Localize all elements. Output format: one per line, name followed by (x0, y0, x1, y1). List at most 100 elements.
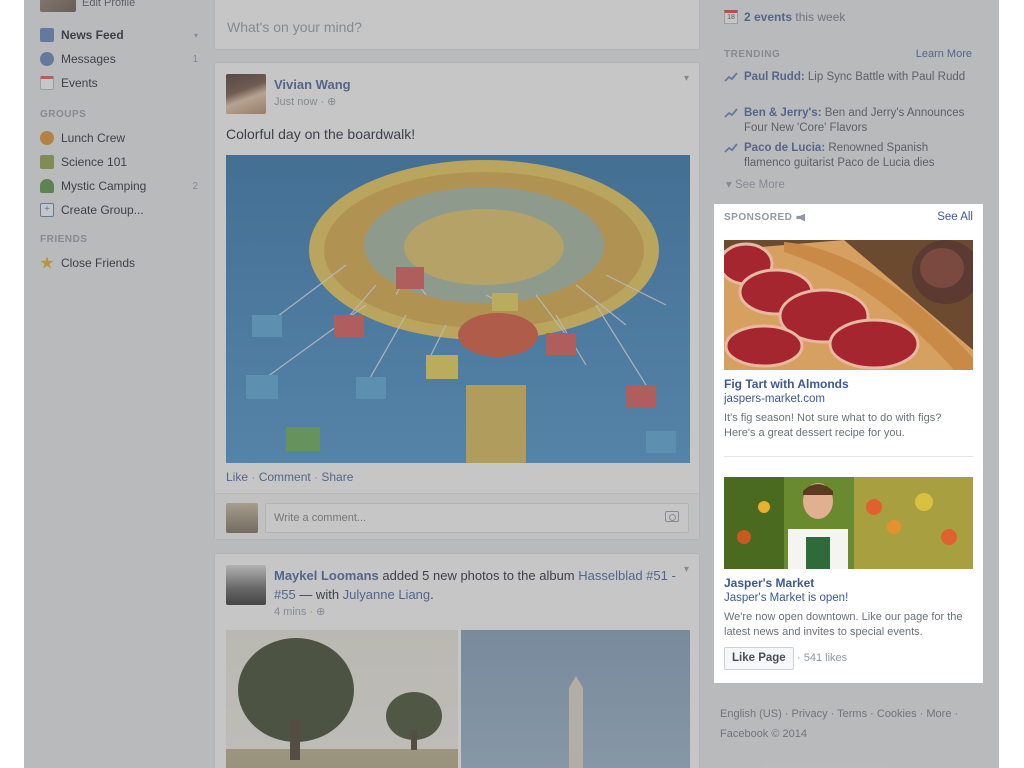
sponsored-label: SPONSORED (724, 212, 806, 223)
trend-text: Lip Sync Battle with Paul Rudd (804, 71, 966, 83)
share-link[interactable]: Share (321, 470, 353, 484)
tower-photo (569, 676, 583, 768)
avatar (40, 0, 76, 12)
footer-links[interactable]: English (US) · Privacy · Terms · Cookies… (720, 704, 990, 724)
calendar-icon (40, 76, 54, 90)
sidebar-item-create-group[interactable]: + Create Group... (40, 201, 198, 219)
edit-profile-link[interactable]: Edit Profile (82, 0, 135, 9)
like-page-button[interactable]: Like Page (724, 647, 794, 670)
status-composer[interactable]: What's on your mind? (214, 0, 700, 50)
group-icon (40, 131, 54, 145)
post-author[interactable]: Vivian Wang (274, 77, 351, 92)
sidebar-item-mystic-camping[interactable]: Mystic Camping 2 (40, 177, 198, 195)
messages-icon (40, 52, 54, 66)
post-headline: Maykel Loomans added 5 new photos to the… (274, 566, 684, 604)
feed-post: Vivian Wang Just now · ⊕ ▾ Colorful day … (214, 62, 700, 540)
comment-input[interactable] (265, 503, 689, 533)
trending-icon (724, 143, 738, 153)
sidebar-item-close-friends[interactable]: Close Friends (40, 254, 198, 272)
sidebar-item-news-feed[interactable]: News Feed ▾ (40, 26, 198, 44)
sidebar-item-science-101[interactable]: Science 101 (40, 153, 198, 171)
likes-count: · 541 likes (797, 652, 848, 664)
ad-title[interactable]: Fig Tart with Almonds (724, 377, 849, 391)
sidebar-item-label: Events (61, 76, 98, 90)
news-feed-icon (40, 28, 54, 42)
trend-name: Ben & Jerry's: (744, 107, 822, 119)
composer-placeholder[interactable]: What's on your mind? (227, 19, 362, 35)
separator: · (310, 470, 322, 484)
trending-icon (724, 72, 738, 82)
fig-tart-image (724, 240, 973, 370)
trending-item[interactable]: Paul Rudd: Lip Sync Battle with Paul Rud… (724, 70, 974, 85)
tagged-user-link[interactable]: Julyanne Liang (343, 587, 430, 602)
sidebar-item-events[interactable]: Events (40, 74, 198, 92)
feed-post: Maykel Loomans added 5 new photos to the… (214, 553, 700, 768)
events-reminder[interactable]: 18 2 events this week (724, 10, 845, 24)
chevron-down-icon[interactable]: ▾ (684, 564, 689, 575)
author-avatar[interactable] (226, 74, 266, 114)
trending-item[interactable]: Ben & Jerry's: Ben and Jerry's Announces… (724, 106, 974, 136)
sidebar-item-label: Mystic Camping (61, 179, 147, 193)
friends-section-label: FRIENDS (40, 234, 88, 245)
profile-row[interactable]: Edit Profile (40, 0, 135, 12)
trend-name: Paul Rudd: (744, 71, 805, 83)
calendar-icon: 18 (724, 10, 738, 24)
post-author[interactable]: Maykel Loomans (274, 568, 379, 583)
sidebar-item-label: News Feed (61, 28, 124, 42)
post-timestamp[interactable]: Just now · ⊕ (274, 95, 336, 108)
sidebar-item-label: Messages (61, 52, 116, 66)
plus-icon: + (40, 203, 54, 217)
post-text: Colorful day on the boardwalk! (226, 126, 416, 142)
trending-item[interactable]: Paco de Lucia: Renowned Spanish flamenco… (724, 141, 974, 171)
sidebar-item-label: Science 101 (61, 155, 128, 169)
sponsored-text: SPONSORED (724, 212, 793, 223)
see-more-link[interactable]: ▾ See More (726, 177, 785, 191)
ad-title[interactable]: Jasper's Market (724, 576, 814, 590)
ad-subtitle[interactable]: Jasper's Market is open! (724, 592, 848, 604)
camera-icon[interactable] (665, 511, 679, 522)
sidebar-item-label: Lunch Crew (61, 131, 126, 145)
ad-body: We're now open downtown. Like our page f… (724, 611, 963, 638)
avatar (226, 503, 258, 533)
album-photo[interactable] (226, 630, 458, 768)
market-image (724, 477, 973, 569)
like-link[interactable]: Like (226, 470, 248, 484)
post-timestamp[interactable]: 4 mins · ⊕ (274, 605, 325, 618)
chevron-down-icon[interactable]: ▾ (684, 73, 689, 84)
post-photo[interactable] (226, 155, 690, 463)
ad-body: It's fig season! Not sure what to do wit… (724, 412, 942, 439)
sidebar-item-messages[interactable]: Messages 1 (40, 50, 198, 68)
sidebar-item-label: Create Group... (61, 203, 144, 217)
post-action-text: added 5 new photos to the album (378, 568, 579, 583)
trending-label: TRENDING (724, 49, 781, 60)
footer-copyright: Facebook © 2014 (720, 728, 807, 740)
events-suffix: this week (792, 10, 846, 24)
carousel-ride-image (226, 155, 690, 463)
ad-image[interactable] (724, 240, 973, 370)
tree-icon (40, 179, 54, 193)
see-all-link[interactable]: See All (937, 211, 973, 223)
footer: English (US) · Privacy · Terms · Cookies… (720, 704, 990, 744)
chevron-down-icon[interactable]: ▾ (194, 31, 198, 40)
separator: · (248, 470, 259, 484)
with-text: — with (295, 587, 343, 602)
album-photo[interactable] (461, 630, 690, 768)
author-avatar[interactable] (226, 565, 266, 605)
groups-section-label: GROUPS (40, 109, 87, 120)
sidebar-item-lunch-crew[interactable]: Lunch Crew (40, 129, 198, 147)
trend-name: Paco de Lucia: (744, 142, 826, 154)
comment-link[interactable]: Comment (259, 470, 311, 484)
trending-icon (724, 108, 738, 118)
megaphone-icon (796, 213, 806, 222)
comment-row (215, 493, 699, 539)
divider (724, 456, 973, 457)
learn-more-link[interactable]: Learn More (916, 48, 972, 60)
group-count: 2 (192, 180, 198, 192)
tree-photo (238, 638, 442, 760)
events-link[interactable]: 2 events (744, 10, 792, 24)
ad-image[interactable] (724, 477, 973, 569)
ad-url[interactable]: jaspers-market.com (724, 393, 825, 405)
photo-grid (226, 630, 690, 768)
leaf-icon (40, 155, 54, 169)
sidebar-item-label: Close Friends (61, 256, 136, 270)
